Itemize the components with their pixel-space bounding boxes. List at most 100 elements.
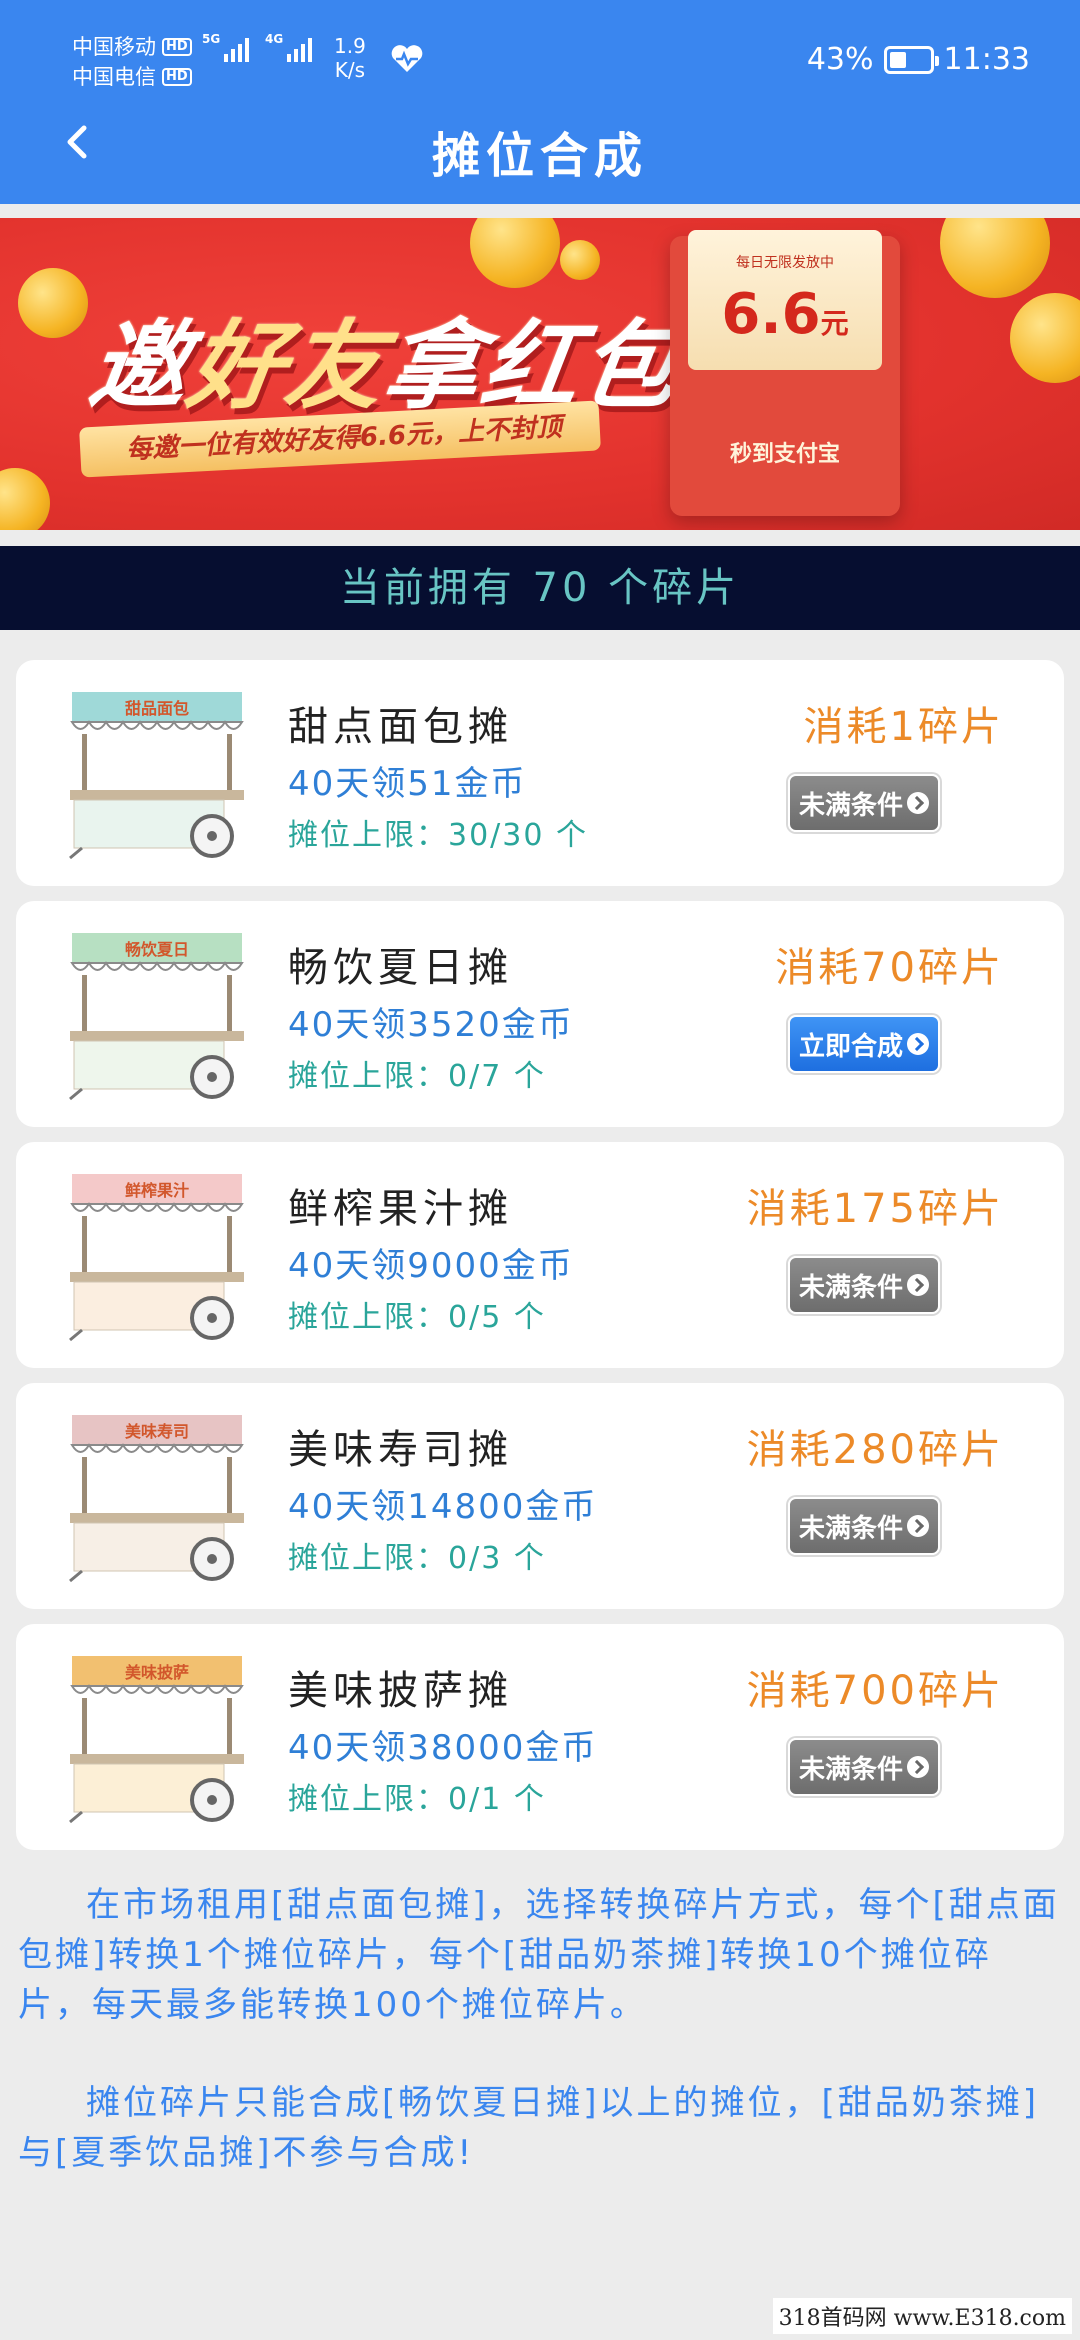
carrier-2: 中国电信 xyxy=(72,65,156,89)
envelope-amount-unit: 元 xyxy=(820,307,849,340)
stall-limit: 摊位上限：30/30 个 xyxy=(288,818,588,853)
cart-awning-scallop xyxy=(70,1684,244,1694)
arrow-right-icon xyxy=(907,1274,929,1296)
cart-awning-scallop xyxy=(70,961,244,971)
cart-sign-text: 美味披萨 xyxy=(125,1663,189,1682)
stall-card: 美味披萨 美味披萨摊 40天领38000金币 摊位上限：0/1 个 消耗700碎… xyxy=(16,1624,1064,1850)
cart-pole xyxy=(82,975,87,1033)
stall-name: 美味披萨摊 xyxy=(288,1668,513,1714)
stall-cost: 消耗700碎片 xyxy=(746,1668,1004,1714)
synthesize-button[interactable]: 未满条件 xyxy=(788,1256,940,1314)
cart-wheel-hub xyxy=(207,831,217,841)
stall-cost: 消耗175碎片 xyxy=(746,1186,1004,1232)
envelope-card: 每日无限发放中 6.6元 xyxy=(688,230,882,370)
button-label: 未满条件 xyxy=(798,1272,903,1303)
rules-notes: 在市场租用[甜点面包摊]，选择转换碎片方式，每个[甜点面包摊]转换1个摊位碎片，… xyxy=(18,1880,1064,2226)
network-type-label: 5G xyxy=(202,32,221,46)
cart-pole xyxy=(227,975,232,1033)
cart-handle xyxy=(69,846,83,860)
coin-decoration xyxy=(940,218,1050,298)
cart-pole xyxy=(82,734,87,792)
cart-handle xyxy=(69,1810,83,1824)
button-label: 未满条件 xyxy=(798,1754,903,1785)
button-label: 未满条件 xyxy=(798,1513,903,1544)
stall-reward: 40天领38000金币 xyxy=(288,1728,598,1768)
banner-headline: 邀好友拿红包 xyxy=(82,288,690,427)
cart-pole xyxy=(82,1698,87,1756)
stall-name: 鲜榨果汁摊 xyxy=(288,1186,513,1232)
envelope-amount-value: 6.6 xyxy=(721,282,821,347)
rule-paragraph: 在市场租用[甜点面包摊]，选择转换碎片方式，每个[甜点面包摊]转换1个摊位碎片，… xyxy=(18,1885,1060,2025)
battery-fill xyxy=(889,51,906,68)
cart-wheel-hub xyxy=(207,1072,217,1082)
envelope-footer: 秒到支付宝 xyxy=(729,442,840,467)
synthesize-button[interactable]: 立即合成 xyxy=(788,1015,940,1073)
cart-wheel-hub xyxy=(207,1795,217,1805)
stall-cart-image: 甜品面包 xyxy=(69,692,244,860)
button-label: 立即合成 xyxy=(798,1031,903,1062)
stall-limit: 摊位上限：0/7 个 xyxy=(288,1059,546,1094)
signal-5g-icon: 5G xyxy=(202,32,249,62)
stall-card: 鲜榨果汁 鲜榨果汁摊 40天领9000金币 摊位上限：0/5 个 消耗175碎片… xyxy=(16,1142,1064,1368)
stall-list: 甜品面包 甜点面包摊 40天领51金币 摊位上限：30/30 个 消耗1碎片 未… xyxy=(16,660,1064,1865)
stall-card: 甜品面包 甜点面包摊 40天领51金币 摊位上限：30/30 个 消耗1碎片 未… xyxy=(16,660,1064,886)
cart-pole xyxy=(227,734,232,792)
stall-limit: 摊位上限：0/5 个 xyxy=(288,1300,546,1335)
page-title: 摊位合成 xyxy=(431,128,648,184)
stall-cart-image: 美味寿司 xyxy=(69,1415,244,1583)
app-header: 中国移动 HD 中国电信 HD 5G 4G 1.9 K/s 43% 11:33 xyxy=(0,0,1080,204)
synthesize-button[interactable]: 未满条件 xyxy=(788,774,940,832)
synthesize-button[interactable]: 未满条件 xyxy=(788,1738,940,1796)
cart-counter xyxy=(70,1754,244,1764)
cart-awning-scallop xyxy=(70,1443,244,1453)
heart-rate-icon xyxy=(391,45,423,72)
stall-card: 畅饮夏日 畅饮夏日摊 40天领3520金币 摊位上限：0/7 个 消耗70碎片 … xyxy=(16,901,1064,1127)
signal-indicators: 5G 4G xyxy=(202,32,312,62)
envelope-amount: 6.6元 xyxy=(688,282,882,347)
cart-pole xyxy=(82,1457,87,1515)
battery-percent: 43% xyxy=(806,42,874,77)
cart-sign-text: 美味寿司 xyxy=(125,1422,189,1441)
synthesize-button[interactable]: 未满条件 xyxy=(788,1497,940,1555)
coin-decoration xyxy=(1010,293,1080,383)
stall-card: 美味寿司 美味寿司摊 40天领14800金币 摊位上限：0/3 个 消耗280碎… xyxy=(16,1383,1064,1609)
clock: 11:33 xyxy=(943,42,1030,77)
stall-reward: 40天领9000金币 xyxy=(288,1246,574,1286)
carrier-info: 中国移动 HD 中国电信 HD xyxy=(72,32,192,92)
watermark: 318首码网 www.E318.com xyxy=(772,2298,1072,2334)
invite-banner[interactable]: 邀好友拿红包 每邀一位有效好友得6.6元，上不封顶 每日无限发放中 6.6元 秒… xyxy=(0,218,1080,530)
speed-value: 1.9 xyxy=(334,34,366,58)
cart-awning-scallop xyxy=(70,1202,244,1212)
stall-reward: 40天领3520金币 xyxy=(288,1005,574,1045)
stall-cart-image: 美味披萨 xyxy=(69,1656,244,1824)
cart-sign-text: 鲜榨果汁 xyxy=(125,1181,189,1200)
stall-reward: 40天领14800金币 xyxy=(288,1487,598,1527)
cart-pole xyxy=(227,1216,232,1274)
coin-decoration xyxy=(0,468,50,530)
signal-4g-icon: 4G xyxy=(265,32,312,62)
coin-decoration xyxy=(18,268,88,338)
stall-limit: 摊位上限：0/1 个 xyxy=(288,1782,546,1817)
cart-counter xyxy=(70,1272,244,1282)
banner-headline-part: 好友 xyxy=(180,310,393,422)
stall-cart-image: 畅饮夏日 xyxy=(69,933,244,1101)
stall-cost: 消耗70碎片 xyxy=(775,945,1004,991)
cart-sign-text: 畅饮夏日 xyxy=(125,940,189,959)
arrow-right-icon xyxy=(907,1756,929,1778)
button-label: 未满条件 xyxy=(798,790,903,821)
cart-counter xyxy=(70,1513,244,1523)
stall-name: 甜点面包摊 xyxy=(288,704,513,750)
hd-badge: HD xyxy=(162,38,192,56)
stall-name: 畅饮夏日摊 xyxy=(288,945,513,991)
cart-handle xyxy=(69,1328,83,1342)
coin-decoration xyxy=(560,240,600,280)
cart-handle xyxy=(69,1087,83,1101)
cart-wheel-hub xyxy=(207,1554,217,1564)
cart-pole xyxy=(82,1216,87,1274)
cart-sign-text: 甜品面包 xyxy=(125,699,189,718)
arrow-right-icon xyxy=(907,1515,929,1537)
banner-headline-part: 邀 xyxy=(82,310,197,422)
cart-wheel-hub xyxy=(207,1313,217,1323)
cart-awning-scallop xyxy=(70,720,244,730)
cart-pole xyxy=(227,1698,232,1756)
